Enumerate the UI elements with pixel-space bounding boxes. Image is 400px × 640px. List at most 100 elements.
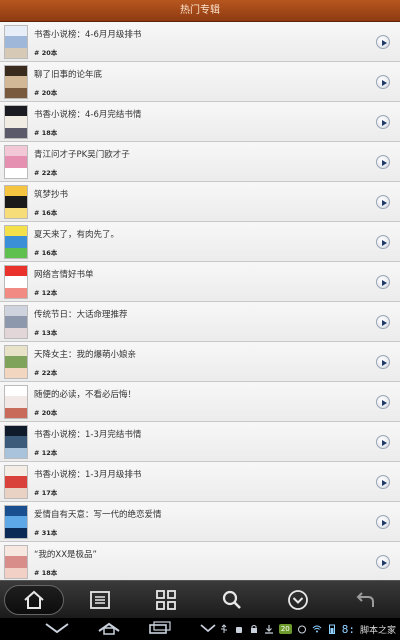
play-arrow-icon[interactable] xyxy=(376,35,390,49)
play-arrow-icon[interactable] xyxy=(376,555,390,569)
album-book-count: # 16本 xyxy=(34,209,58,217)
play-arrow-icon[interactable] xyxy=(376,355,390,369)
alarm-icon xyxy=(297,625,306,634)
notification-badge: 20 xyxy=(278,624,292,634)
album-title: 聊了旧事的论年底 xyxy=(34,70,103,80)
list-item[interactable]: 书香小说榜：4-6月月级排书 # 20本 xyxy=(0,22,400,62)
home-button[interactable] xyxy=(4,585,64,615)
list-button[interactable] xyxy=(70,585,130,615)
battery-icon xyxy=(328,624,335,634)
system-back-icon[interactable] xyxy=(44,621,70,635)
album-book-count: # 31本 xyxy=(34,529,58,537)
lock-icon xyxy=(250,625,257,633)
album-book-count: # 20本 xyxy=(34,409,58,417)
album-title: 书香小说榜：4-6月完结书情 xyxy=(34,110,142,120)
album-title: 传统节日：大话命理推荐 xyxy=(34,310,128,320)
play-arrow-icon[interactable] xyxy=(376,315,390,329)
album-book-count: # 12本 xyxy=(34,449,58,457)
chevron-down-circle-icon xyxy=(288,590,308,610)
album-title: 书香小说榜：1-3月完结书情 xyxy=(34,430,142,440)
album-cover-thumbnail xyxy=(4,145,28,179)
album-cover-thumbnail xyxy=(4,425,28,459)
clock: 8: xyxy=(341,622,355,636)
system-navigation-bar: 20 8: 脚本之家 xyxy=(0,618,400,640)
album-book-count: # 20本 xyxy=(34,49,58,57)
search-button[interactable] xyxy=(202,585,262,615)
list-item[interactable]: “我的XX是极品” # 18本 xyxy=(0,542,400,580)
play-arrow-icon[interactable] xyxy=(376,275,390,289)
list-item[interactable]: 青江问才子PK吴门欧才子 # 22本 xyxy=(0,142,400,182)
grid-icon xyxy=(156,590,176,610)
album-title: 爱情自有天意：写一代的绝恋爱情 xyxy=(34,510,162,520)
album-cover-thumbnail xyxy=(4,465,28,499)
page-title: 热门专辑 xyxy=(0,0,400,22)
play-arrow-icon[interactable] xyxy=(376,115,390,129)
album-book-count: # 20本 xyxy=(34,89,58,97)
home-icon xyxy=(24,590,44,609)
play-arrow-icon[interactable] xyxy=(376,475,390,489)
bottom-toolbar xyxy=(0,580,400,618)
album-cover-thumbnail xyxy=(4,385,28,419)
list-item[interactable]: 夏天来了，有肉先了。 # 16本 xyxy=(0,222,400,262)
list-item[interactable]: 书香小说榜：4-6月完结书情 # 18本 xyxy=(0,102,400,142)
album-title: 网络言情好书单 xyxy=(34,270,94,280)
list-item[interactable]: 随便的必读，不看必后悔！ # 20本 xyxy=(0,382,400,422)
album-cover-thumbnail xyxy=(4,505,28,539)
list-item[interactable]: 网络言情好书单 # 12本 xyxy=(0,262,400,302)
play-arrow-icon[interactable] xyxy=(376,435,390,449)
list-item[interactable]: 爱情自有天意：写一代的绝恋爱情 # 31本 xyxy=(0,502,400,542)
album-book-count: # 16本 xyxy=(34,249,58,257)
album-title: 书香小说榜：1-3月月级排书 xyxy=(34,470,142,480)
menu-chevron-icon[interactable] xyxy=(198,621,218,635)
download-icon xyxy=(264,625,273,634)
album-cover-thumbnail xyxy=(4,545,28,579)
album-book-count: # 22本 xyxy=(34,169,58,177)
android-icon xyxy=(235,627,242,633)
album-book-count: # 22本 xyxy=(34,369,58,377)
usb-icon xyxy=(220,624,227,633)
back-button[interactable] xyxy=(336,585,396,615)
album-cover-thumbnail xyxy=(4,105,28,139)
album-cover-thumbnail xyxy=(4,185,28,219)
album-list[interactable]: 书香小说榜：4-6月月级排书 # 20本 聊了旧事的论年底 # 20本 书香小说榜：4-… xyxy=(0,22,400,580)
album-title: “我的XX是极品” xyxy=(34,550,97,560)
album-cover-thumbnail xyxy=(4,65,28,99)
back-arrow-icon xyxy=(356,592,374,607)
album-book-count: # 18本 xyxy=(34,129,58,137)
album-title: 书香小说榜：4-6月月级排书 xyxy=(34,30,142,40)
list-item[interactable]: 聊了旧事的论年底 # 20本 xyxy=(0,62,400,102)
album-title: 天降女主：我的爆萌小娘亲 xyxy=(34,350,137,360)
list-item[interactable]: 书香小说榜：1-3月月级排书 # 17本 xyxy=(0,462,400,502)
album-title: 青江问才子PK吴门欧才子 xyxy=(34,150,130,160)
list-item[interactable]: 传统节日：大话命理推荐 # 13本 xyxy=(0,302,400,342)
more-button[interactable] xyxy=(268,585,328,615)
album-book-count: # 17本 xyxy=(34,489,58,497)
play-arrow-icon[interactable] xyxy=(376,235,390,249)
list-item[interactable]: 筑梦抄书 # 16本 xyxy=(0,182,400,222)
list-item[interactable]: 书香小说榜：1-3月完结书情 # 12本 xyxy=(0,422,400,462)
watermark: 脚本之家 xyxy=(359,625,396,636)
list-item[interactable]: 天降女主：我的爆萌小娘亲 # 22本 xyxy=(0,342,400,382)
system-home-icon[interactable] xyxy=(96,621,122,635)
album-cover-thumbnail xyxy=(4,225,28,259)
search-icon xyxy=(222,590,241,609)
album-book-count: # 13本 xyxy=(34,329,58,337)
play-arrow-icon[interactable] xyxy=(376,195,390,209)
play-arrow-icon[interactable] xyxy=(376,395,390,409)
play-arrow-icon[interactable] xyxy=(376,75,390,89)
list-icon xyxy=(90,591,110,609)
album-title: 随便的必读，不看必后悔！ xyxy=(34,390,137,400)
wifi-icon xyxy=(312,625,322,633)
recent-apps-icon[interactable] xyxy=(148,621,172,635)
album-book-count: # 12本 xyxy=(34,289,58,297)
play-arrow-icon[interactable] xyxy=(376,515,390,529)
album-cover-thumbnail xyxy=(4,305,28,339)
album-cover-thumbnail xyxy=(4,345,28,379)
album-cover-thumbnail xyxy=(4,265,28,299)
album-book-count: # 18本 xyxy=(34,569,58,577)
album-title: 夏天来了，有肉先了。 xyxy=(34,230,120,240)
album-title: 筑梦抄书 xyxy=(34,190,69,200)
play-arrow-icon[interactable] xyxy=(376,155,390,169)
grid-button[interactable] xyxy=(136,585,196,615)
album-cover-thumbnail xyxy=(4,25,28,59)
